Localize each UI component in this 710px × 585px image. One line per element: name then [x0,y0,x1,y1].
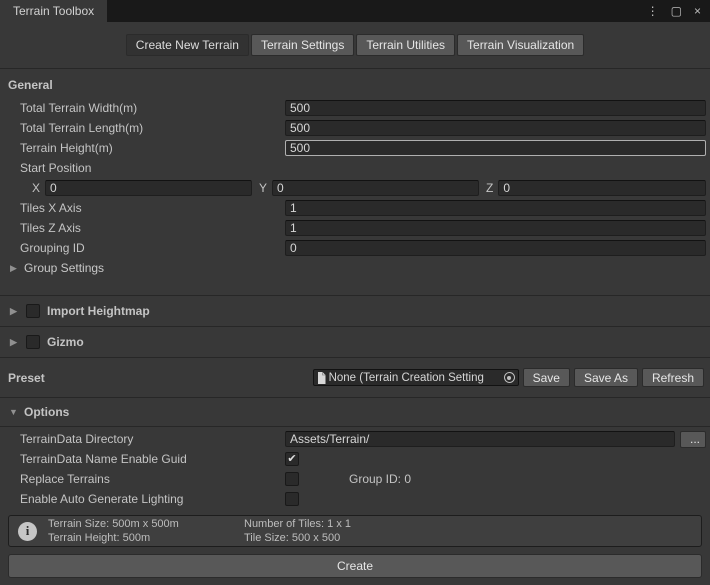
terraindata-directory-row: TerrainData Directory ... [0,429,710,449]
helpbox-tiles-column: Number of Tiles: 1 x 1 Tile Size: 500 x … [244,517,351,545]
start-position-y-input[interactable] [272,180,479,196]
start-position-z: Z [486,180,706,196]
y-axis-label: Y [259,181,267,195]
grouping-id-label: Grouping ID [20,241,285,255]
replace-terrains-checkbox[interactable] [285,472,299,486]
total-terrain-length-row: Total Terrain Length(m) [0,118,710,138]
replace-terrains-row: Replace Terrains Group ID: 0 [0,469,710,489]
start-position-row: Start Position [0,158,710,178]
number-of-tiles-text: Number of Tiles: 1 x 1 [244,517,351,531]
total-terrain-width-input[interactable] [285,100,706,116]
z-axis-label: Z [486,181,493,195]
total-terrain-width-label: Total Terrain Width(m) [20,101,285,115]
terraindata-directory-label: TerrainData Directory [20,432,285,446]
group-settings-label: Group Settings [24,261,104,275]
helpbox-size-column: Terrain Size: 500m x 500m Terrain Height… [48,517,233,545]
window-title: Terrain Toolbox [13,4,94,18]
foldout-collapsed-icon: ▶ [8,263,19,274]
terraindata-name-guid-label: TerrainData Name Enable Guid [20,452,285,466]
tab-create-new-terrain[interactable]: Create New Terrain [126,34,249,56]
gizmo-checkbox[interactable] [26,335,40,349]
import-heightmap-checkbox[interactable] [26,304,40,318]
tiles-z-axis-label: Tiles Z Axis [20,221,285,235]
tiles-x-axis-input[interactable] [285,200,706,216]
start-position-fields-row: X Y Z [0,178,710,198]
file-icon [317,372,326,384]
tiles-x-axis-row: Tiles X Axis [0,198,710,218]
import-heightmap-section[interactable]: ▶ Import Heightmap [0,296,710,326]
info-helpbox: i Terrain Size: 500m x 500m Terrain Heig… [8,515,702,547]
terraindata-directory-input[interactable] [285,431,675,447]
tiles-z-axis-row: Tiles Z Axis [0,218,710,238]
info-icon: i [18,522,37,541]
grouping-id-input[interactable] [285,240,706,256]
gizmo-section[interactable]: ▶ Gizmo [0,327,710,357]
save-as-button[interactable]: Save As [574,368,638,387]
terrain-height-label: Terrain Height(m) [20,141,285,155]
tab-bar: Create New Terrain Terrain Settings Terr… [0,22,710,68]
browse-button[interactable]: ... [680,431,706,448]
kebab-menu-icon[interactable]: ⋮ [647,5,659,17]
terraindata-name-guid-checkbox[interactable]: ✔ [285,452,299,466]
import-heightmap-label: Import Heightmap [47,304,150,318]
start-position-x-input[interactable] [45,180,252,196]
start-position-label: Start Position [20,161,285,175]
start-position-z-input[interactable] [498,180,706,196]
auto-generate-lighting-row: Enable Auto Generate Lighting [0,489,710,509]
create-button[interactable]: Create [8,554,702,578]
save-button[interactable]: Save [523,368,570,387]
foldout-collapsed-icon: ▶ [8,306,19,317]
options-foldout[interactable]: ▼ Options [0,398,710,426]
foldout-expanded-icon: ▼ [8,407,19,417]
check-icon: ✔ [287,454,296,465]
general-header: General [0,69,710,98]
tile-size-text: Tile Size: 500 x 500 [244,531,351,545]
tab-terrain-visualization[interactable]: Terrain Visualization [457,34,584,56]
options-label: Options [24,405,69,419]
maximize-icon[interactable]: ▢ [671,5,682,17]
grouping-id-row: Grouping ID [0,238,710,258]
terrain-height-input[interactable] [285,140,706,156]
tiles-x-axis-label: Tiles X Axis [20,201,285,215]
x-axis-label: X [32,181,40,195]
group-id-text: Group ID: 0 [349,472,411,486]
refresh-button[interactable]: Refresh [642,368,704,387]
tab-terrain-settings[interactable]: Terrain Settings [251,34,354,56]
window-tab[interactable]: Terrain Toolbox [0,0,107,22]
preset-object-field[interactable]: None (Terrain Creation Setting [313,369,519,386]
terraindata-name-guid-row: TerrainData Name Enable Guid ✔ [0,449,710,469]
terrain-toolbox-window: Terrain Toolbox ⋮ ▢ × Create New Terrain… [0,0,710,585]
total-terrain-length-input[interactable] [285,120,706,136]
total-terrain-width-row: Total Terrain Width(m) [0,98,710,118]
auto-generate-lighting-checkbox[interactable] [285,492,299,506]
start-position-x: X [32,180,252,196]
preset-label: Preset [8,371,45,385]
terrain-height-row: Terrain Height(m) [0,138,710,158]
auto-generate-lighting-label: Enable Auto Generate Lighting [20,492,285,506]
tab-terrain-utilities[interactable]: Terrain Utilities [356,34,455,56]
gizmo-label: Gizmo [47,335,84,349]
replace-terrains-label: Replace Terrains [20,472,285,486]
object-picker-icon[interactable] [504,372,515,383]
close-icon[interactable]: × [694,5,701,17]
titlebar: Terrain Toolbox ⋮ ▢ × [0,0,710,22]
group-settings-foldout[interactable]: ▶ Group Settings [0,258,710,278]
tiles-z-axis-input[interactable] [285,220,706,236]
foldout-collapsed-icon: ▶ [8,337,19,348]
terrain-height-text: Terrain Height: 500m [48,531,233,545]
titlebar-controls: ⋮ ▢ × [647,0,710,22]
preset-value: None (Terrain Creation Setting [329,372,501,384]
terrain-size-text: Terrain Size: 500m x 500m [48,517,233,531]
total-terrain-length-label: Total Terrain Length(m) [20,121,285,135]
start-position-y: Y [259,180,479,196]
preset-row: Preset None (Terrain Creation Setting Sa… [0,358,710,397]
divider [0,426,710,427]
